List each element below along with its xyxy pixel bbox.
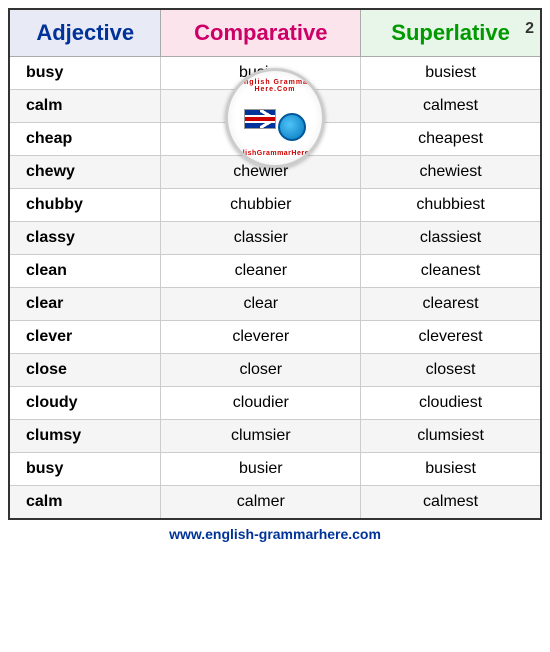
cell-adjective: clever — [9, 321, 161, 354]
cell-adjective: clumsy — [9, 420, 161, 453]
table-row: clevercleverercleverest — [9, 321, 541, 354]
page-number: 2 — [525, 20, 534, 38]
table-row: chewychewierchewiest — [9, 156, 541, 189]
cell-comparative: busier — [161, 57, 361, 90]
table-row: closecloserclosest — [9, 354, 541, 387]
cell-comparative: classier — [161, 222, 361, 255]
header-comparative: Comparative — [161, 9, 361, 57]
cell-comparative: clear — [161, 288, 361, 321]
cell-superlative: clumsiest — [361, 420, 541, 453]
table-row: chubbychubbierchubbiest — [9, 189, 541, 222]
cell-adjective: clear — [9, 288, 161, 321]
cell-comparative: cleaner — [161, 255, 361, 288]
cell-superlative: calmest — [361, 486, 541, 520]
cell-adjective: cloudy — [9, 387, 161, 420]
cell-adjective: chubby — [9, 189, 161, 222]
cell-comparative: busier — [161, 453, 361, 486]
cell-adjective: busy — [9, 57, 161, 90]
adjective-table: Adjective Comparative Superlative 2 busy… — [8, 8, 542, 520]
cell-superlative: chewiest — [361, 156, 541, 189]
cell-superlative: closest — [361, 354, 541, 387]
cell-adjective: classy — [9, 222, 161, 255]
cell-superlative: busiest — [361, 453, 541, 486]
cell-adjective: close — [9, 354, 161, 387]
cell-comparative: calmer — [161, 90, 361, 123]
cell-adjective: cheap — [9, 123, 161, 156]
table-row: classyclassierclassiest — [9, 222, 541, 255]
footer-url: www.english-grammarhere.com — [169, 526, 381, 542]
cell-comparative: cloudier — [161, 387, 361, 420]
cell-comparative: calmer — [161, 486, 361, 520]
table-row: busybusierbusiest — [9, 453, 541, 486]
cell-adjective: chewy — [9, 156, 161, 189]
cell-adjective: calm — [9, 90, 161, 123]
table-row: clearclearclearest — [9, 288, 541, 321]
cell-comparative: closer — [161, 354, 361, 387]
cell-superlative: cheapest — [361, 123, 541, 156]
cell-superlative: cloudiest — [361, 387, 541, 420]
cell-comparative: cleverer — [161, 321, 361, 354]
cell-superlative: chubbiest — [361, 189, 541, 222]
cell-comparative: cheaper — [161, 123, 361, 156]
cell-adjective: busy — [9, 453, 161, 486]
cell-adjective: clean — [9, 255, 161, 288]
cell-superlative: clearest — [361, 288, 541, 321]
table-row: clumsyclumsierclumsiest — [9, 420, 541, 453]
table-row: calmcalmercalmest — [9, 486, 541, 520]
cell-superlative: calmest — [361, 90, 541, 123]
cell-superlative: busiest — [361, 57, 541, 90]
header-superlative: Superlative 2 — [361, 9, 541, 57]
table-row: busybusierbusiest — [9, 57, 541, 90]
cell-superlative: cleverest — [361, 321, 541, 354]
cell-comparative: clumsier — [161, 420, 361, 453]
header-adjective: Adjective — [9, 9, 161, 57]
cell-comparative: chewier — [161, 156, 361, 189]
cell-adjective: calm — [9, 486, 161, 520]
table-row: cheapcheapercheapest — [9, 123, 541, 156]
table-row: cleancleanercleanest — [9, 255, 541, 288]
cell-superlative: cleanest — [361, 255, 541, 288]
table-row: cloudycloudiercloudiest — [9, 387, 541, 420]
cell-superlative: classiest — [361, 222, 541, 255]
table-row: calmcalmercalmest — [9, 90, 541, 123]
cell-comparative: chubbier — [161, 189, 361, 222]
